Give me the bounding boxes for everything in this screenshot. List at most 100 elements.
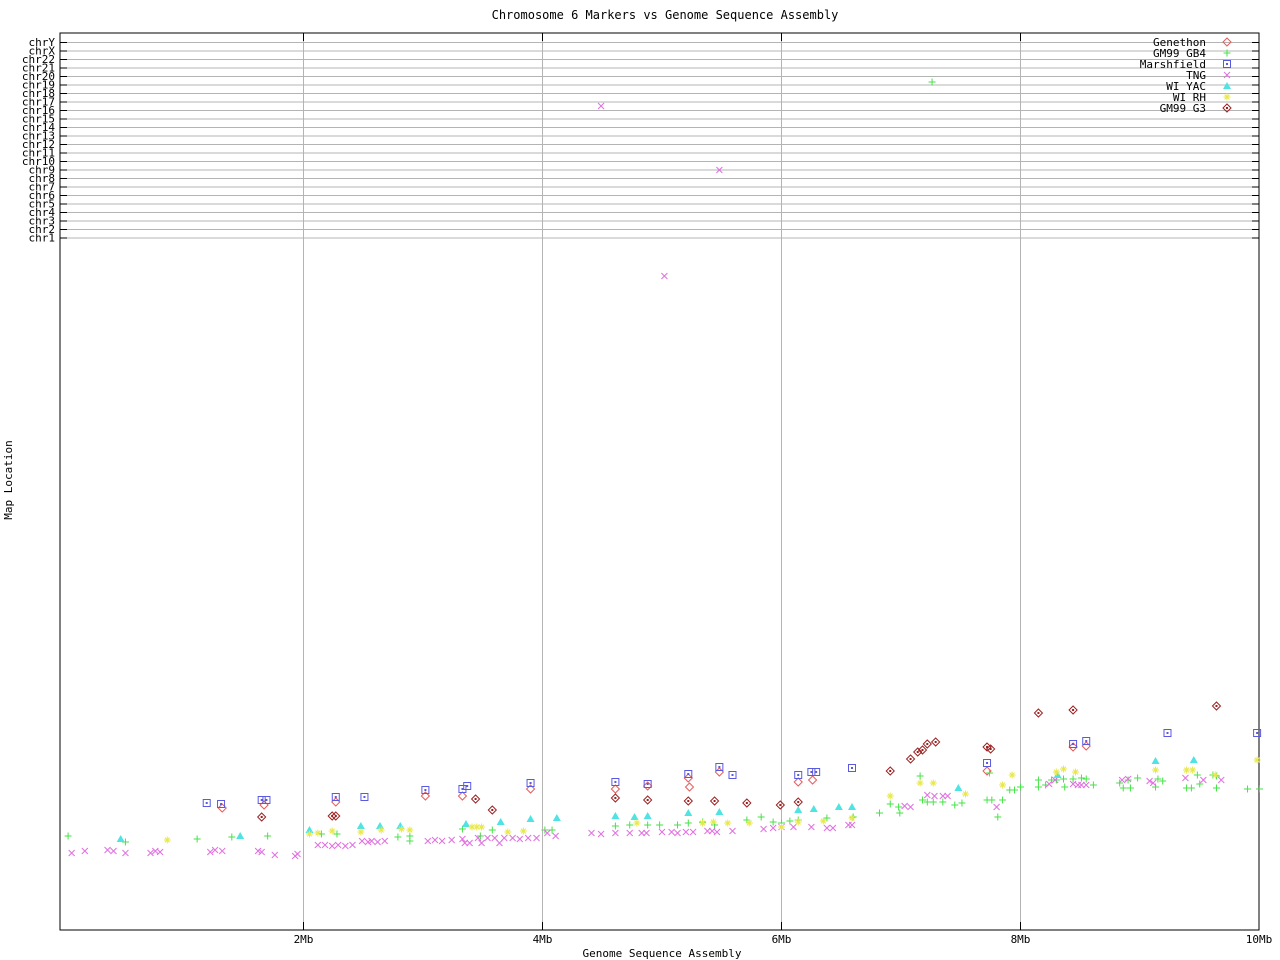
data-point (406, 838, 413, 845)
diamond-center-dot (746, 802, 748, 804)
chart-title: Chromosome 6 Markers vs Genome Sequence … (492, 8, 839, 22)
data-point (659, 829, 665, 835)
asterisk-glyph (710, 819, 717, 826)
data-point (902, 803, 908, 809)
legend-label: GM99 G3 (1160, 102, 1206, 115)
data-point (329, 828, 336, 835)
data-point (643, 830, 649, 836)
square-center-dot (810, 771, 812, 773)
diamond-glyph (794, 778, 802, 786)
data-point (685, 820, 692, 827)
data-point (553, 833, 559, 839)
plus-glyph (1090, 782, 1097, 789)
data-point (335, 842, 341, 848)
data-point (258, 797, 265, 804)
diamond-center-dot (797, 801, 799, 803)
data-point (295, 851, 301, 857)
data-point (69, 850, 75, 856)
data-point (263, 797, 270, 804)
data-point (1152, 767, 1159, 774)
series-gm99-gb4 (65, 79, 1263, 846)
plus-glyph (1213, 785, 1220, 792)
triangle-glyph (684, 809, 692, 816)
cross-glyph (517, 836, 523, 842)
legend-marker (1224, 61, 1231, 68)
square-center-dot (335, 796, 337, 798)
data-point (258, 813, 266, 821)
cross-glyph (432, 837, 438, 843)
plus-glyph (958, 800, 965, 807)
data-point (994, 804, 1000, 810)
cross-glyph (770, 825, 776, 831)
plot-frame (60, 33, 1259, 930)
x-tick-label: 2Mb (294, 933, 314, 946)
data-point (930, 799, 937, 806)
data-point (382, 838, 388, 844)
square-center-dot (851, 767, 853, 769)
triangle-glyph (644, 812, 652, 819)
diamond-center-dot (1072, 709, 1074, 711)
data-point (931, 793, 937, 799)
diamond-center-dot (475, 798, 477, 800)
data-point (439, 838, 445, 844)
data-point (954, 784, 962, 791)
square-center-dot (1166, 732, 1168, 734)
data-point (896, 810, 903, 817)
data-point (924, 792, 930, 798)
data-point (1060, 766, 1067, 773)
legend-marker (1224, 72, 1230, 78)
data-point (485, 835, 491, 841)
cross-glyph (501, 835, 507, 841)
plus-glyph (674, 822, 681, 829)
plus-glyph (1244, 786, 1251, 793)
triangle-glyph (848, 803, 856, 810)
cross-glyph (534, 835, 540, 841)
data-point (810, 805, 818, 812)
square-center-dot (261, 799, 263, 801)
triangle-glyph (954, 784, 962, 791)
legend-marker (1224, 94, 1231, 101)
cross-glyph (790, 824, 796, 830)
cross-glyph (449, 837, 455, 843)
cross-glyph (439, 838, 445, 844)
plus-glyph (1134, 775, 1141, 782)
data-point (1127, 785, 1134, 792)
data-point (611, 785, 619, 793)
cross-glyph (1200, 777, 1206, 783)
plus-glyph (1011, 787, 1018, 794)
data-point (1082, 742, 1090, 750)
x-tick-label: 10Mb (1246, 933, 1273, 946)
square-center-dot (424, 789, 426, 791)
diamond-glyph (685, 783, 693, 791)
asterisk-glyph (820, 818, 827, 825)
data-point (994, 814, 1001, 821)
data-point (332, 794, 339, 801)
series-genethon (218, 742, 1090, 812)
data-point (1183, 767, 1190, 774)
data-point (644, 796, 652, 804)
data-point (1061, 784, 1068, 791)
data-point (932, 738, 940, 746)
data-point (1046, 781, 1052, 787)
cross-glyph (382, 838, 388, 844)
cross-glyph (945, 793, 951, 799)
data-point (332, 798, 340, 806)
diamond-center-dot (910, 758, 912, 760)
data-point (999, 782, 1006, 789)
plus-glyph (1152, 784, 1159, 791)
data-point (1190, 756, 1198, 763)
data-point (674, 822, 681, 829)
asterisk-glyph (699, 820, 706, 827)
data-point (611, 812, 619, 819)
plus-glyph (1035, 777, 1042, 784)
diamond-glyph (611, 785, 619, 793)
data-point (105, 847, 111, 853)
diamond-glyph (260, 801, 268, 809)
data-point (988, 797, 995, 804)
cross-glyph (908, 804, 914, 810)
data-point (958, 800, 965, 807)
data-point (776, 801, 784, 809)
diamond-center-dot (779, 804, 781, 806)
data-point (644, 822, 651, 829)
asterisk-glyph (329, 828, 336, 835)
